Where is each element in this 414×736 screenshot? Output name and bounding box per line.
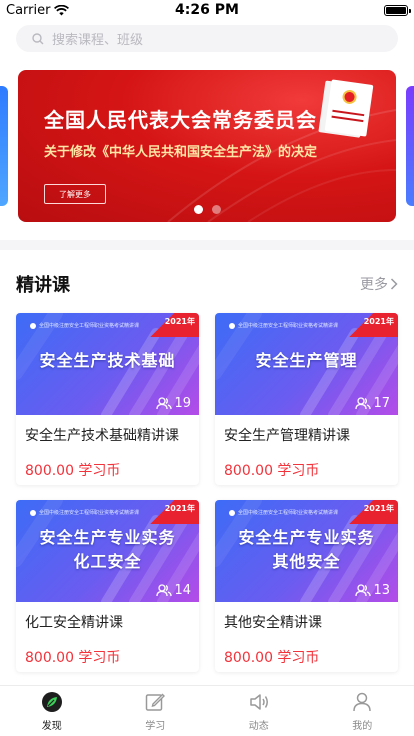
thumbnail-header: 全国中级注册安全工程师职业资格考试精讲课 xyxy=(30,509,139,516)
speaker-icon xyxy=(250,693,268,710)
status-bar: Carrier 4:26 PM xyxy=(0,0,414,20)
thumbnail-title: 安全生产专业实务 其他安全 xyxy=(238,528,375,571)
thumbnail-title: 安全生产专业实务 化工安全 xyxy=(39,528,176,571)
chevron-right-icon xyxy=(390,278,398,290)
course-price: 800.00 学习币 xyxy=(25,463,121,479)
learn-more-button[interactable]: 了解更多 xyxy=(44,184,106,204)
banner-prev-card[interactable] xyxy=(0,86,8,206)
more-label: 更多 xyxy=(360,277,388,293)
course-thumbnail: 全国中级注册安全工程师职业资格考试精讲课 2021年安全生产专业实务 其他安全 13 xyxy=(215,500,398,602)
year-label: 2021年 xyxy=(363,504,394,513)
tab-study[interactable]: 学习 xyxy=(104,686,208,736)
course-name: 安全生产管理精讲课 xyxy=(224,428,350,444)
edit-note-icon xyxy=(146,693,166,711)
banner-title: 全国人民代表大会常务委员会 xyxy=(44,108,317,132)
tab-label: 发现 xyxy=(41,720,62,732)
thumbnail-header: 全国中级注册安全工程师职业资格考试精讲课 xyxy=(30,322,139,329)
tab-discover[interactable]: 发现 xyxy=(0,686,104,736)
carrier-label: Carrier xyxy=(6,2,51,18)
tab-feed[interactable]: 动态 xyxy=(207,686,311,736)
thumbnail-header: 全国中级注册安全工程师职业资格考试精讲课 xyxy=(229,509,338,516)
year-label: 2021年 xyxy=(164,504,195,513)
search-bar[interactable]: 搜索课程、班级 xyxy=(16,25,398,52)
banner-slide[interactable]: 全国人民代表大会常务委员会 关于修改《中华人民共和国安全生产法》的决定 了解更多 xyxy=(18,70,396,222)
course-name: 化工安全精讲课 xyxy=(25,615,123,631)
people-icon xyxy=(156,397,173,410)
course-card[interactable]: 全国中级注册安全工程师职业资格考试精讲课 2021年安全生产专业实务 化工安全 14 化… xyxy=(16,500,199,672)
law-book-icon xyxy=(324,79,374,137)
banner-next-card[interactable] xyxy=(406,86,414,206)
people-icon xyxy=(355,584,372,597)
course-thumbnail: 全国中级注册安全工程师职业资格考试精讲课 2021年安全生产技术基础 19 xyxy=(16,313,199,415)
student-count: 17 xyxy=(355,396,390,411)
people-icon xyxy=(355,397,372,410)
banner-carousel[interactable]: 全国人民代表大会常务委员会 关于修改《中华人民共和国安全生产法》的决定 了解更多 xyxy=(0,70,414,225)
battery-icon xyxy=(384,4,411,16)
banner-subtitle: 关于修改《中华人民共和国安全生产法》的决定 xyxy=(44,145,318,160)
year-label: 2021年 xyxy=(363,317,394,326)
course-name: 其他安全精讲课 xyxy=(224,615,322,631)
exam-logo-icon xyxy=(229,322,235,329)
student-count: 14 xyxy=(156,583,191,598)
search-placeholder: 搜索课程、班级 xyxy=(52,33,144,48)
course-card[interactable]: 全国中级注册安全工程师职业资格考试精讲课 2021年安全生产管理 17 安全生产管理精… xyxy=(215,313,398,485)
carousel-dots xyxy=(18,205,396,214)
year-label: 2021年 xyxy=(164,317,195,326)
course-card[interactable]: 全国中级注册安全工程师职业资格考试精讲课 2021年安全生产技术基础 19 安全生产技… xyxy=(16,313,199,485)
course-card[interactable]: 全国中级注册安全工程师职业资格考试精讲课 2021年安全生产专业实务 其他安全 13 其… xyxy=(215,500,398,672)
tab-label: 我的 xyxy=(352,720,373,732)
course-price: 800.00 学习币 xyxy=(224,463,320,479)
section-title: 精讲课 xyxy=(16,275,70,296)
thumbnail-title: 安全生产管理 xyxy=(255,351,358,370)
person-icon xyxy=(353,692,371,711)
wifi-icon xyxy=(54,4,70,15)
exam-logo-icon xyxy=(229,509,235,516)
course-thumbnail: 全国中级注册安全工程师职业资格考试精讲课 2021年安全生产专业实务 化工安全 14 xyxy=(16,500,199,602)
exam-logo-icon xyxy=(30,322,36,329)
course-price: 800.00 学习币 xyxy=(25,650,121,666)
tab-mine[interactable]: 我的 xyxy=(311,686,414,736)
course-thumbnail: 全国中级注册安全工程师职业资格考试精讲课 2021年安全生产管理 17 xyxy=(215,313,398,415)
student-count: 19 xyxy=(156,396,191,411)
more-link[interactable]: 更多 xyxy=(360,274,398,294)
tab-bar: 发现 学习 动态 我的 xyxy=(0,685,414,736)
exam-logo-icon xyxy=(30,509,36,516)
thumbnail-header: 全国中级注册安全工程师职业资格考试精讲课 xyxy=(229,322,338,329)
section-divider xyxy=(0,240,414,250)
search-icon xyxy=(32,32,44,44)
compass-leaf-icon xyxy=(41,691,62,712)
thumbnail-title: 安全生产技术基础 xyxy=(39,351,176,370)
people-icon xyxy=(156,584,173,597)
student-count: 13 xyxy=(355,583,390,598)
carousel-dot-active[interactable] xyxy=(193,205,203,214)
section-header: 精讲课 更多 xyxy=(16,272,398,296)
tab-label: 动态 xyxy=(248,720,269,732)
carousel-dot[interactable] xyxy=(211,205,221,214)
tab-label: 学习 xyxy=(145,720,166,732)
course-name: 安全生产技术基础精讲课 xyxy=(25,428,179,444)
status-left: Carrier xyxy=(6,2,70,18)
course-price: 800.00 学习币 xyxy=(224,650,320,666)
